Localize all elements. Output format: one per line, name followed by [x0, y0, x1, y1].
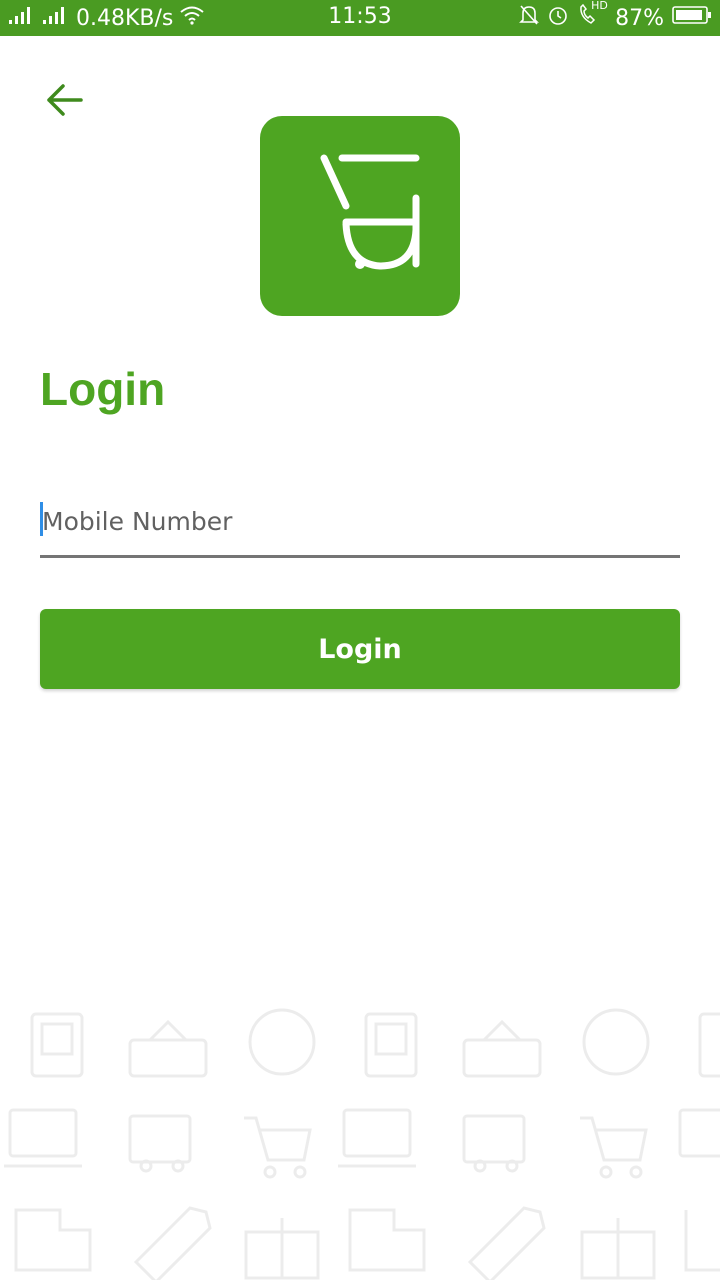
- 24-hours-icon: [582, 1008, 650, 1076]
- gift-cart-icon: [128, 1114, 192, 1173]
- alarm-icon: [547, 4, 569, 32]
- sale-tag-icon: [133, 1206, 212, 1280]
- shopping-bag-icon: [30, 1012, 84, 1078]
- app-logo: [260, 116, 460, 316]
- sale-tag-icon: [467, 1206, 546, 1280]
- login-button[interactable]: Login: [40, 609, 680, 689]
- arrow-left-icon: [45, 83, 83, 122]
- cart-logo-icon: [290, 154, 430, 279]
- battery-percent: 87%: [615, 5, 664, 31]
- background-pattern: [4, 1008, 720, 1280]
- 24-hours-icon: [248, 1008, 316, 1076]
- laptop-shop-icon: [4, 1108, 82, 1168]
- gift-box-icon: [580, 1218, 656, 1280]
- open-sign-icon: [128, 1019, 208, 1078]
- shopping-bag-icon: [14, 1208, 92, 1272]
- shopping-bag-icon: [698, 1012, 720, 1078]
- shopping-cart-icon: [580, 1116, 648, 1179]
- open-sign-icon: [462, 1019, 542, 1078]
- gift-box-icon: [244, 1218, 320, 1280]
- laptop-shop-icon: [338, 1108, 416, 1168]
- laptop-shop-icon: [678, 1108, 720, 1158]
- page-title: Login: [40, 363, 166, 415]
- shopping-bag-icon: [364, 1012, 418, 1078]
- call-icon: HD: [577, 0, 608, 33]
- mute-bell-icon: [519, 4, 540, 32]
- mobile-number-input[interactable]: [42, 496, 672, 546]
- hd-label: HD: [591, 0, 608, 12]
- shopping-bag-icon: [684, 1210, 720, 1272]
- gift-cart-icon: [462, 1114, 526, 1173]
- mobile-number-field[interactable]: [40, 496, 680, 558]
- shopping-bag-icon: [348, 1208, 426, 1272]
- back-button[interactable]: [40, 78, 88, 126]
- battery-icon: [672, 5, 712, 31]
- status-bar: 0.48KB/s 11:53 HD 87%: [0, 0, 720, 36]
- shopping-cart-icon: [244, 1116, 312, 1179]
